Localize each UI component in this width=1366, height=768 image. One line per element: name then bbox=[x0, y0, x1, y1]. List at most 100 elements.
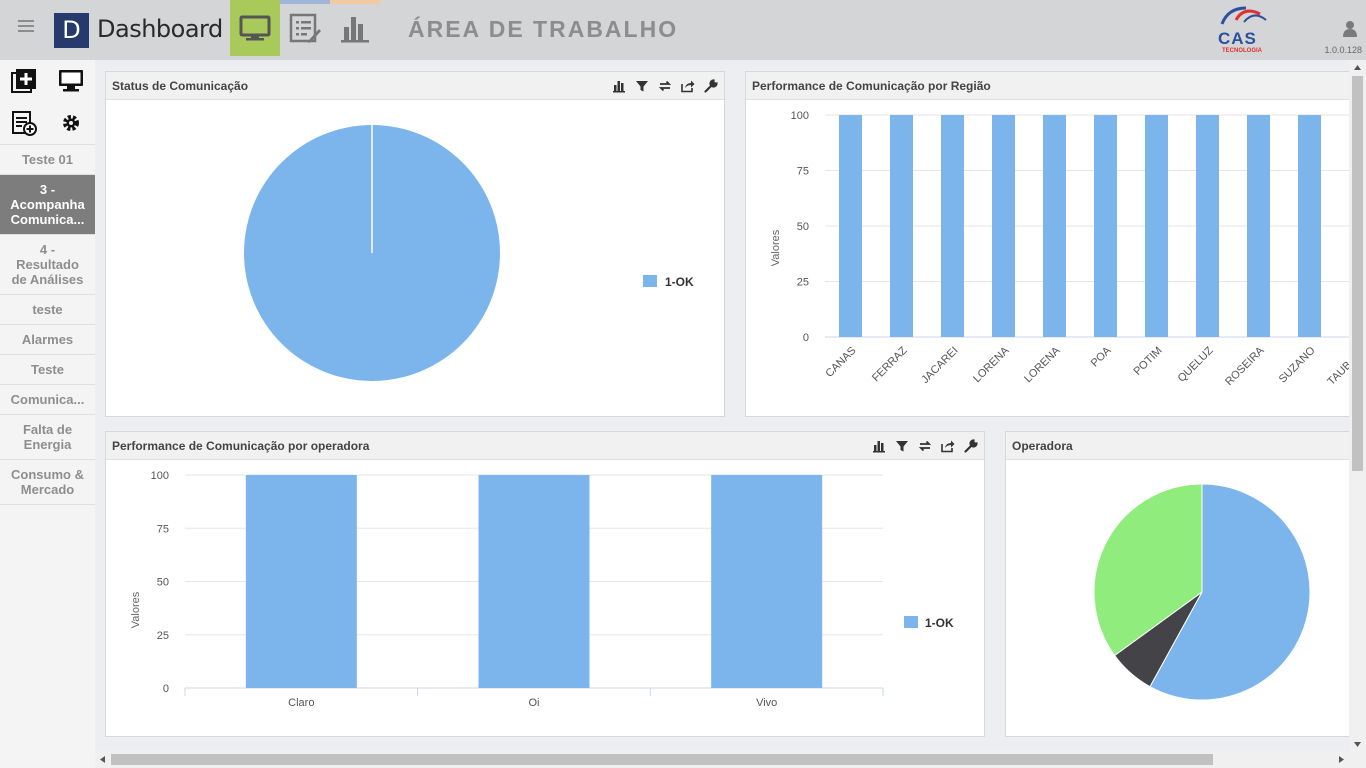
bar-ferraz[interactable] bbox=[890, 115, 913, 337]
add-report-icon bbox=[11, 111, 37, 136]
nav-charts-button[interactable] bbox=[330, 0, 380, 56]
panel-header: Operadora bbox=[1006, 432, 1349, 460]
regiao-bar-chart: Valores 0 25 50 75 100 CANAS FERRAZ JACAREI LORE… bbox=[770, 110, 1350, 388]
y-tick-label: 100 bbox=[791, 110, 809, 122]
x-tick-label: LORENA bbox=[971, 344, 1012, 385]
cas-logo-text: CAS bbox=[1218, 29, 1257, 48]
y-tick-label: 0 bbox=[803, 332, 809, 344]
horizontal-scroll-thumb[interactable] bbox=[111, 754, 1213, 765]
sidebar-item-consumo-mercado[interactable]: Consumo & Mercado bbox=[0, 459, 95, 505]
monitor-button[interactable] bbox=[47, 60, 95, 102]
sidebar-item-falta-energia[interactable]: Falta de Energia bbox=[0, 414, 95, 459]
share-icon[interactable] bbox=[681, 79, 695, 93]
x-tick-label: LORENA bbox=[1022, 344, 1063, 385]
sidebar-item-acompanha-comunica[interactable]: 3 - Acompanha Comunica... bbox=[0, 174, 95, 234]
bar-claro[interactable] bbox=[245, 475, 357, 688]
y-axis-label: Valores bbox=[130, 591, 142, 628]
x-tick-label: TAUBATE bbox=[1325, 345, 1350, 388]
share-icon[interactable] bbox=[941, 439, 955, 453]
wrench-icon[interactable] bbox=[964, 439, 978, 453]
bar-canas[interactable] bbox=[839, 115, 862, 337]
y-tick-label: 25 bbox=[157, 630, 169, 642]
swap-icon[interactable] bbox=[918, 439, 932, 453]
user-icon[interactable] bbox=[1342, 20, 1358, 43]
swap-icon[interactable] bbox=[658, 79, 672, 93]
x-tick-label: Oi bbox=[529, 697, 540, 709]
operadora-pie-chart bbox=[1093, 483, 1311, 701]
y-tick-label: 75 bbox=[157, 523, 169, 535]
panel-performance-regiao: Performance de Comunicação por Região Va… bbox=[745, 71, 1350, 417]
bar-oi[interactable] bbox=[478, 475, 590, 688]
bar-vivo[interactable] bbox=[711, 475, 823, 688]
legend-swatch bbox=[643, 275, 657, 287]
x-tick-label: CANAS bbox=[823, 345, 858, 380]
sidebar-item-teste[interactable]: Teste bbox=[0, 354, 95, 384]
y-tick-label: 50 bbox=[157, 577, 169, 589]
y-tick-label: 50 bbox=[797, 221, 809, 233]
scroll-left-arrow-icon[interactable] bbox=[99, 755, 107, 764]
bar-potim[interactable] bbox=[1145, 115, 1168, 337]
bar-queluz[interactable] bbox=[1196, 115, 1219, 337]
bar-poa[interactable] bbox=[1094, 115, 1117, 337]
bar-roseira[interactable] bbox=[1247, 115, 1270, 337]
sidebar-item-comunica[interactable]: Comunica... bbox=[0, 384, 95, 414]
chart-type-icon[interactable] bbox=[612, 79, 626, 93]
chart-type-icon[interactable] bbox=[872, 439, 886, 453]
scroll-down-arrow-icon[interactable] bbox=[1353, 740, 1362, 748]
x-tick-label: POTIM bbox=[1131, 345, 1164, 378]
vertical-scroll-thumb[interactable] bbox=[1352, 76, 1363, 471]
panel-title: Performance de Comunicação por operadora bbox=[112, 439, 370, 453]
bar-jacarei[interactable] bbox=[941, 115, 964, 337]
filter-icon[interactable] bbox=[895, 439, 909, 453]
sidebar: Teste 01 3 - Acompanha Comunica... 4 - R… bbox=[0, 60, 95, 768]
bar-lorena[interactable] bbox=[1043, 115, 1066, 337]
sidebar-item-resultado-analises[interactable]: 4 - Resultado de Análises bbox=[0, 234, 95, 294]
horizontal-scrollbar[interactable] bbox=[95, 751, 1349, 768]
monitor-icon bbox=[239, 15, 271, 41]
filter-icon[interactable] bbox=[635, 79, 649, 93]
y-tick-label: 75 bbox=[797, 166, 809, 178]
y-tick-label: 100 bbox=[151, 470, 169, 482]
x-tick-label: FERRAZ bbox=[870, 344, 910, 384]
settings-button[interactable] bbox=[47, 102, 95, 144]
panel-header: Status de Comunicação bbox=[106, 72, 724, 100]
brand-name: Dashboard bbox=[97, 15, 223, 43]
sidebar-item-teste-01[interactable]: Teste 01 bbox=[0, 144, 95, 174]
panel-performance-operadora: Performance de Comunicação por operadora… bbox=[105, 431, 985, 737]
company-logo: CAS TECNOLOGIA bbox=[1214, 2, 1274, 54]
panel-tools bbox=[872, 439, 978, 453]
status-pie-chart: 1-OK bbox=[244, 125, 694, 381]
panel-tools bbox=[612, 79, 718, 93]
add-dashboard-button[interactable] bbox=[0, 60, 47, 102]
monitor-icon bbox=[59, 70, 83, 92]
nav-monitor-button[interactable] bbox=[230, 0, 280, 56]
legend-label[interactable]: 1-OK bbox=[665, 275, 694, 289]
panel-status-comunicacao: Status de Comunicação 1-OK bbox=[105, 71, 725, 417]
x-tick-label: QUELUZ bbox=[1176, 344, 1216, 384]
panel-title: Performance de Comunicação por Região bbox=[752, 79, 991, 93]
y-axis-label: Valores bbox=[770, 229, 782, 266]
report-edit-icon bbox=[289, 13, 321, 43]
panel-title: Status de Comunicação bbox=[112, 79, 249, 93]
bar-suzano[interactable] bbox=[1298, 115, 1321, 337]
page-title: ÁREA DE TRABALHO bbox=[408, 16, 679, 42]
top-bar: D Dashboard ÁREA DE TRABALHO CAS TECNOLO… bbox=[0, 0, 1366, 60]
wrench-icon[interactable] bbox=[704, 79, 718, 93]
add-report-button[interactable] bbox=[0, 102, 47, 144]
x-tick-label: SUZANO bbox=[1277, 344, 1318, 385]
vertical-scrollbar[interactable] bbox=[1349, 60, 1366, 752]
scroll-right-arrow-icon[interactable] bbox=[1337, 755, 1345, 764]
hamburger-menu-icon[interactable] bbox=[18, 20, 34, 34]
legend-label[interactable]: 1-OK bbox=[925, 616, 954, 630]
nav-report-button[interactable] bbox=[280, 0, 330, 56]
add-dashboard-icon bbox=[10, 69, 36, 93]
x-tick-label: JACAREI bbox=[919, 345, 960, 386]
sidebar-item-teste-lower[interactable]: teste bbox=[0, 294, 95, 324]
app-version: 1.0.0.128 bbox=[1324, 45, 1362, 55]
scrollbar-corner bbox=[1349, 751, 1366, 768]
x-tick-label: Claro bbox=[288, 697, 314, 709]
brand-logo: D bbox=[54, 13, 89, 48]
bar-lorena[interactable] bbox=[992, 115, 1015, 337]
sidebar-item-alarmes[interactable]: Alarmes bbox=[0, 324, 95, 354]
scroll-up-arrow-icon[interactable] bbox=[1353, 64, 1362, 72]
